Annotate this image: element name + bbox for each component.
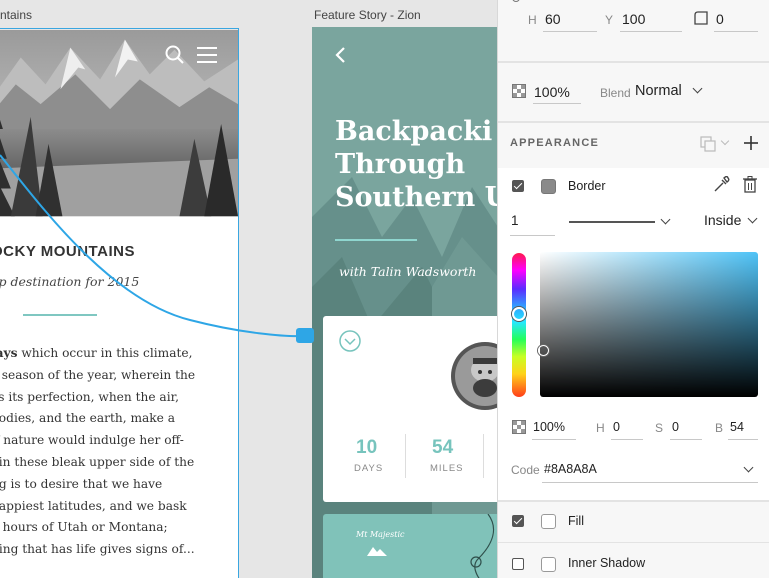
fill-checkbox[interactable] (512, 515, 524, 527)
corner-radius-icon (694, 11, 708, 25)
trash-icon[interactable] (743, 176, 757, 193)
saturation-input[interactable]: 0 (672, 420, 679, 434)
y-underline (620, 31, 682, 32)
opacity-checker-icon (512, 420, 526, 434)
hex-underline (542, 482, 758, 483)
alpha-underline (532, 439, 576, 440)
radius-underline (714, 31, 758, 32)
blend-label: Blend (600, 86, 631, 100)
stroke-style-preview[interactable] (569, 221, 655, 223)
prototype-link-wire[interactable] (0, 0, 497, 578)
saturation-brightness-field[interactable] (540, 252, 758, 397)
hue-slider[interactable] (512, 253, 526, 397)
fill-color-swatch[interactable] (541, 514, 556, 529)
border-label: Border (568, 179, 606, 193)
blend-mode-dropdown[interactable]: Normal (635, 83, 682, 99)
inner-shadow-label: Inner Shadow (568, 556, 646, 570)
section-divider (498, 61, 769, 63)
saturation-label: S (655, 421, 664, 435)
chevron-down-icon[interactable] (692, 83, 703, 94)
inner-shadow-color-swatch[interactable] (541, 557, 556, 572)
eyedropper-icon[interactable] (712, 176, 730, 194)
hex-code-label: Code (511, 463, 540, 477)
alpha-input[interactable]: 100% (533, 420, 565, 434)
height-underline (543, 31, 597, 32)
fill-label: Fill (568, 514, 584, 528)
opacity-checker-icon (512, 84, 526, 98)
property-inspector: H 60 Y 100 0 100% Blend Normal APPEARANC… (497, 0, 769, 578)
hue-underline (611, 439, 643, 440)
row-divider (498, 542, 769, 543)
border-position-dropdown[interactable]: Inside (704, 212, 741, 228)
hue-label: H (596, 421, 605, 435)
y-input[interactable]: 100 (622, 11, 645, 27)
corner-radius-input[interactable]: 0 (716, 11, 724, 27)
border-width-underline (510, 235, 555, 236)
height-input[interactable]: 60 (545, 11, 561, 27)
border-width-input[interactable]: 1 (511, 213, 519, 228)
color-picker-handle[interactable] (538, 345, 549, 356)
border-color-swatch[interactable] (541, 179, 556, 194)
hue-input[interactable]: 0 (613, 420, 620, 434)
section-divider (498, 121, 769, 123)
hex-code-input[interactable]: #8A8A8A (544, 462, 597, 476)
design-canvas[interactable]: ntains Feature Story - Zion OCKY MOUNTAI… (0, 0, 497, 578)
add-icon[interactable] (744, 136, 758, 150)
brightness-underline (728, 439, 758, 440)
style-copy-icon[interactable] (700, 136, 718, 152)
opacity-input[interactable]: 100% (534, 84, 570, 100)
link-icon[interactable] (512, 0, 520, 2)
hue-slider-handle[interactable] (512, 307, 526, 321)
y-label: Y (605, 13, 614, 27)
border-checkbox[interactable] (512, 180, 524, 192)
opacity-underline (533, 103, 581, 104)
saturation-underline (670, 439, 702, 440)
brightness-label: B (715, 421, 724, 435)
chevron-down-icon[interactable] (720, 136, 730, 146)
inner-shadow-checkbox[interactable] (512, 558, 524, 570)
height-label: H (528, 13, 537, 27)
brightness-input[interactable]: 54 (730, 420, 744, 434)
section-divider (498, 500, 769, 502)
appearance-section-title: APPEARANCE (510, 137, 600, 149)
